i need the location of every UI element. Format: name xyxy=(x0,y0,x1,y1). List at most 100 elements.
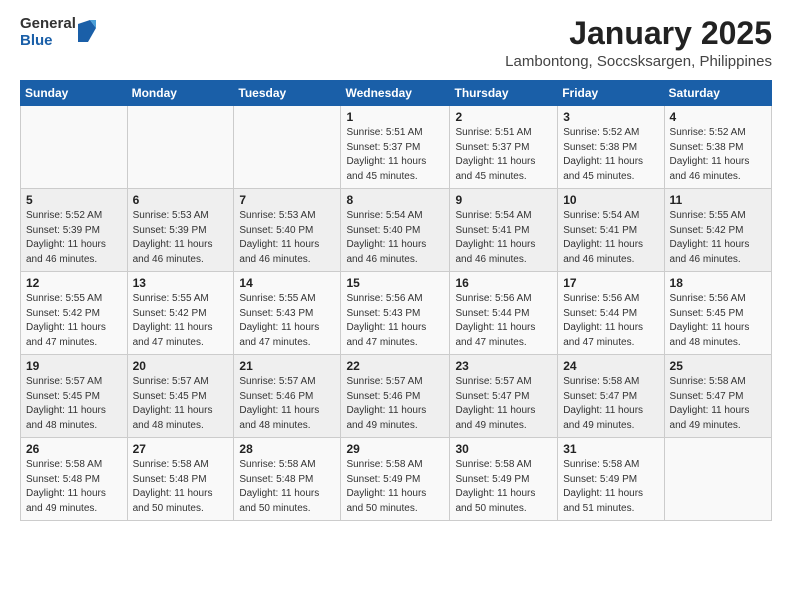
day-number: 3 xyxy=(563,110,658,124)
day-info: Sunrise: 5:52 AMSunset: 5:38 PMDaylight:… xyxy=(670,126,766,184)
calendar-cell: 6 Sunrise: 5:53 AMSunset: 5:39 PMDaylight… xyxy=(127,189,234,272)
calendar-cell: 13 Sunrise: 5:55 AMSunset: 5:42 PMDayligh… xyxy=(127,272,234,355)
day-number: 30 xyxy=(455,442,552,456)
header-saturday: Saturday xyxy=(664,81,771,106)
calendar-cell xyxy=(234,106,341,189)
day-number: 31 xyxy=(563,442,658,456)
logo-general: General xyxy=(20,16,76,33)
calendar-cell: 10 Sunrise: 5:54 AMSunset: 5:41 PMDayligh… xyxy=(558,189,664,272)
day-info: Sunrise: 5:57 AMSunset: 5:45 PMDaylight:… xyxy=(26,375,122,433)
day-info: Sunrise: 5:58 AMSunset: 5:49 PMDaylight:… xyxy=(346,458,444,516)
calendar-header: Sunday Monday Tuesday Wednesday Thursday… xyxy=(21,81,772,106)
calendar-cell: 1Sunrise: 5:51 AMSunset: 5:37 PMDaylight… xyxy=(341,106,450,189)
day-info: Sunrise: 5:54 AMSunset: 5:41 PMDaylight:… xyxy=(563,209,658,267)
day-number: 5 xyxy=(26,193,122,207)
header-monday: Monday xyxy=(127,81,234,106)
day-info: Sunrise: 5:51 AMSunset: 5:37 PMDaylight:… xyxy=(346,126,444,184)
calendar-cell: 3 Sunrise: 5:52 AMSunset: 5:38 PMDaylight… xyxy=(558,106,664,189)
day-info: Sunrise: 5:56 AMSunset: 5:44 PMDaylight:… xyxy=(455,292,552,350)
calendar-cell: 23Sunrise: 5:57 AMSunset: 5:47 PMDayligh… xyxy=(450,355,558,438)
calendar-cell: 7 Sunrise: 5:53 AMSunset: 5:40 PMDaylight… xyxy=(234,189,341,272)
day-info: Sunrise: 5:52 AMSunset: 5:38 PMDaylight:… xyxy=(563,126,658,184)
day-info: Sunrise: 5:56 AMSunset: 5:43 PMDaylight:… xyxy=(346,292,444,350)
day-info: Sunrise: 5:54 AMSunset: 5:41 PMDaylight:… xyxy=(455,209,552,267)
day-number: 24 xyxy=(563,359,658,373)
calendar-cell xyxy=(127,106,234,189)
day-number: 29 xyxy=(346,442,444,456)
calendar-cell: 20 Sunrise: 5:57 AMSunset: 5:45 PMDayligh… xyxy=(127,355,234,438)
calendar-cell: 5 Sunrise: 5:52 AMSunset: 5:39 PMDaylight… xyxy=(21,189,128,272)
day-number: 14 xyxy=(239,276,335,290)
day-number: 12 xyxy=(26,276,122,290)
calendar-cell: 18 Sunrise: 5:56 AMSunset: 5:45 PMDayligh… xyxy=(664,272,771,355)
day-number: 27 xyxy=(133,442,229,456)
header-thursday: Thursday xyxy=(450,81,558,106)
day-info: Sunrise: 5:57 AMSunset: 5:46 PMDaylight:… xyxy=(346,375,444,433)
day-number: 15 xyxy=(346,276,444,290)
day-info: Sunrise: 5:56 AMSunset: 5:44 PMDaylight:… xyxy=(563,292,658,350)
day-number: 2 xyxy=(455,110,552,124)
day-info: Sunrise: 5:58 AMSunset: 5:48 PMDaylight:… xyxy=(239,458,335,516)
calendar-cell: 16 Sunrise: 5:56 AMSunset: 5:44 PMDayligh… xyxy=(450,272,558,355)
day-info: Sunrise: 5:58 AMSunset: 5:47 PMDaylight:… xyxy=(670,375,766,433)
calendar-week-4: 19 Sunrise: 5:57 AMSunset: 5:45 PMDayligh… xyxy=(21,355,772,438)
day-info: Sunrise: 5:57 AMSunset: 5:45 PMDaylight:… xyxy=(133,375,229,433)
calendar-cell xyxy=(21,106,128,189)
calendar-cell: 27Sunrise: 5:58 AMSunset: 5:48 PMDayligh… xyxy=(127,438,234,521)
day-number: 18 xyxy=(670,276,766,290)
day-info: Sunrise: 5:53 AMSunset: 5:39 PMDaylight:… xyxy=(133,209,229,267)
calendar-cell: 2Sunrise: 5:51 AMSunset: 5:37 PMDaylight… xyxy=(450,106,558,189)
logo: General Blue xyxy=(20,16,96,49)
calendar-cell: 12 Sunrise: 5:55 AMSunset: 5:42 PMDayligh… xyxy=(21,272,128,355)
day-number: 20 xyxy=(133,359,229,373)
logo-text: General Blue xyxy=(20,16,76,49)
header-wednesday: Wednesday xyxy=(341,81,450,106)
day-number: 25 xyxy=(670,359,766,373)
day-number: 7 xyxy=(239,193,335,207)
calendar-cell: 9 Sunrise: 5:54 AMSunset: 5:41 PMDaylight… xyxy=(450,189,558,272)
calendar-cell: 30 Sunrise: 5:58 AMSunset: 5:49 PMDayligh… xyxy=(450,438,558,521)
calendar-week-1: 1Sunrise: 5:51 AMSunset: 5:37 PMDaylight… xyxy=(21,106,772,189)
day-number: 19 xyxy=(26,359,122,373)
day-info: Sunrise: 5:55 AMSunset: 5:42 PMDaylight:… xyxy=(26,292,122,350)
calendar-cell: 8 Sunrise: 5:54 AMSunset: 5:40 PMDaylight… xyxy=(341,189,450,272)
day-number: 17 xyxy=(563,276,658,290)
header-friday: Friday xyxy=(558,81,664,106)
logo-blue: Blue xyxy=(20,33,76,50)
day-number: 11 xyxy=(670,193,766,207)
day-number: 10 xyxy=(563,193,658,207)
calendar-body: 1Sunrise: 5:51 AMSunset: 5:37 PMDaylight… xyxy=(21,106,772,521)
day-info: Sunrise: 5:52 AMSunset: 5:39 PMDaylight:… xyxy=(26,209,122,267)
day-info: Sunrise: 5:56 AMSunset: 5:45 PMDaylight:… xyxy=(670,292,766,350)
calendar-week-2: 5 Sunrise: 5:52 AMSunset: 5:39 PMDaylight… xyxy=(21,189,772,272)
calendar-cell: 14 Sunrise: 5:55 AMSunset: 5:43 PMDayligh… xyxy=(234,272,341,355)
header: General Blue January 2025 Lambontong, So… xyxy=(20,16,772,70)
day-number: 21 xyxy=(239,359,335,373)
calendar-cell: 29 Sunrise: 5:58 AMSunset: 5:49 PMDayligh… xyxy=(341,438,450,521)
day-number: 6 xyxy=(133,193,229,207)
day-number: 16 xyxy=(455,276,552,290)
day-info: Sunrise: 5:54 AMSunset: 5:40 PMDaylight:… xyxy=(346,209,444,267)
day-number: 9 xyxy=(455,193,552,207)
header-tuesday: Tuesday xyxy=(234,81,341,106)
calendar-title: January 2025 xyxy=(505,16,772,51)
day-info: Sunrise: 5:53 AMSunset: 5:40 PMDaylight:… xyxy=(239,209,335,267)
day-info: Sunrise: 5:55 AMSunset: 5:42 PMDaylight:… xyxy=(670,209,766,267)
calendar-cell: 22Sunrise: 5:57 AMSunset: 5:46 PMDayligh… xyxy=(341,355,450,438)
day-info: Sunrise: 5:58 AMSunset: 5:49 PMDaylight:… xyxy=(455,458,552,516)
day-number: 8 xyxy=(346,193,444,207)
page: General Blue January 2025 Lambontong, So… xyxy=(0,0,792,612)
day-info: Sunrise: 5:55 AMSunset: 5:42 PMDaylight:… xyxy=(133,292,229,350)
day-info: Sunrise: 5:58 AMSunset: 5:48 PMDaylight:… xyxy=(26,458,122,516)
calendar-week-5: 26Sunrise: 5:58 AMSunset: 5:48 PMDayligh… xyxy=(21,438,772,521)
calendar-subtitle: Lambontong, Soccsksargen, Philippines xyxy=(505,53,772,70)
calendar-cell: 21Sunrise: 5:57 AMSunset: 5:46 PMDayligh… xyxy=(234,355,341,438)
day-number: 13 xyxy=(133,276,229,290)
day-number: 4 xyxy=(670,110,766,124)
day-number: 23 xyxy=(455,359,552,373)
day-info: Sunrise: 5:55 AMSunset: 5:43 PMDaylight:… xyxy=(239,292,335,350)
header-row: Sunday Monday Tuesday Wednesday Thursday… xyxy=(21,81,772,106)
calendar-cell: 17 Sunrise: 5:56 AMSunset: 5:44 PMDayligh… xyxy=(558,272,664,355)
calendar-cell xyxy=(664,438,771,521)
calendar-cell: 19 Sunrise: 5:57 AMSunset: 5:45 PMDayligh… xyxy=(21,355,128,438)
